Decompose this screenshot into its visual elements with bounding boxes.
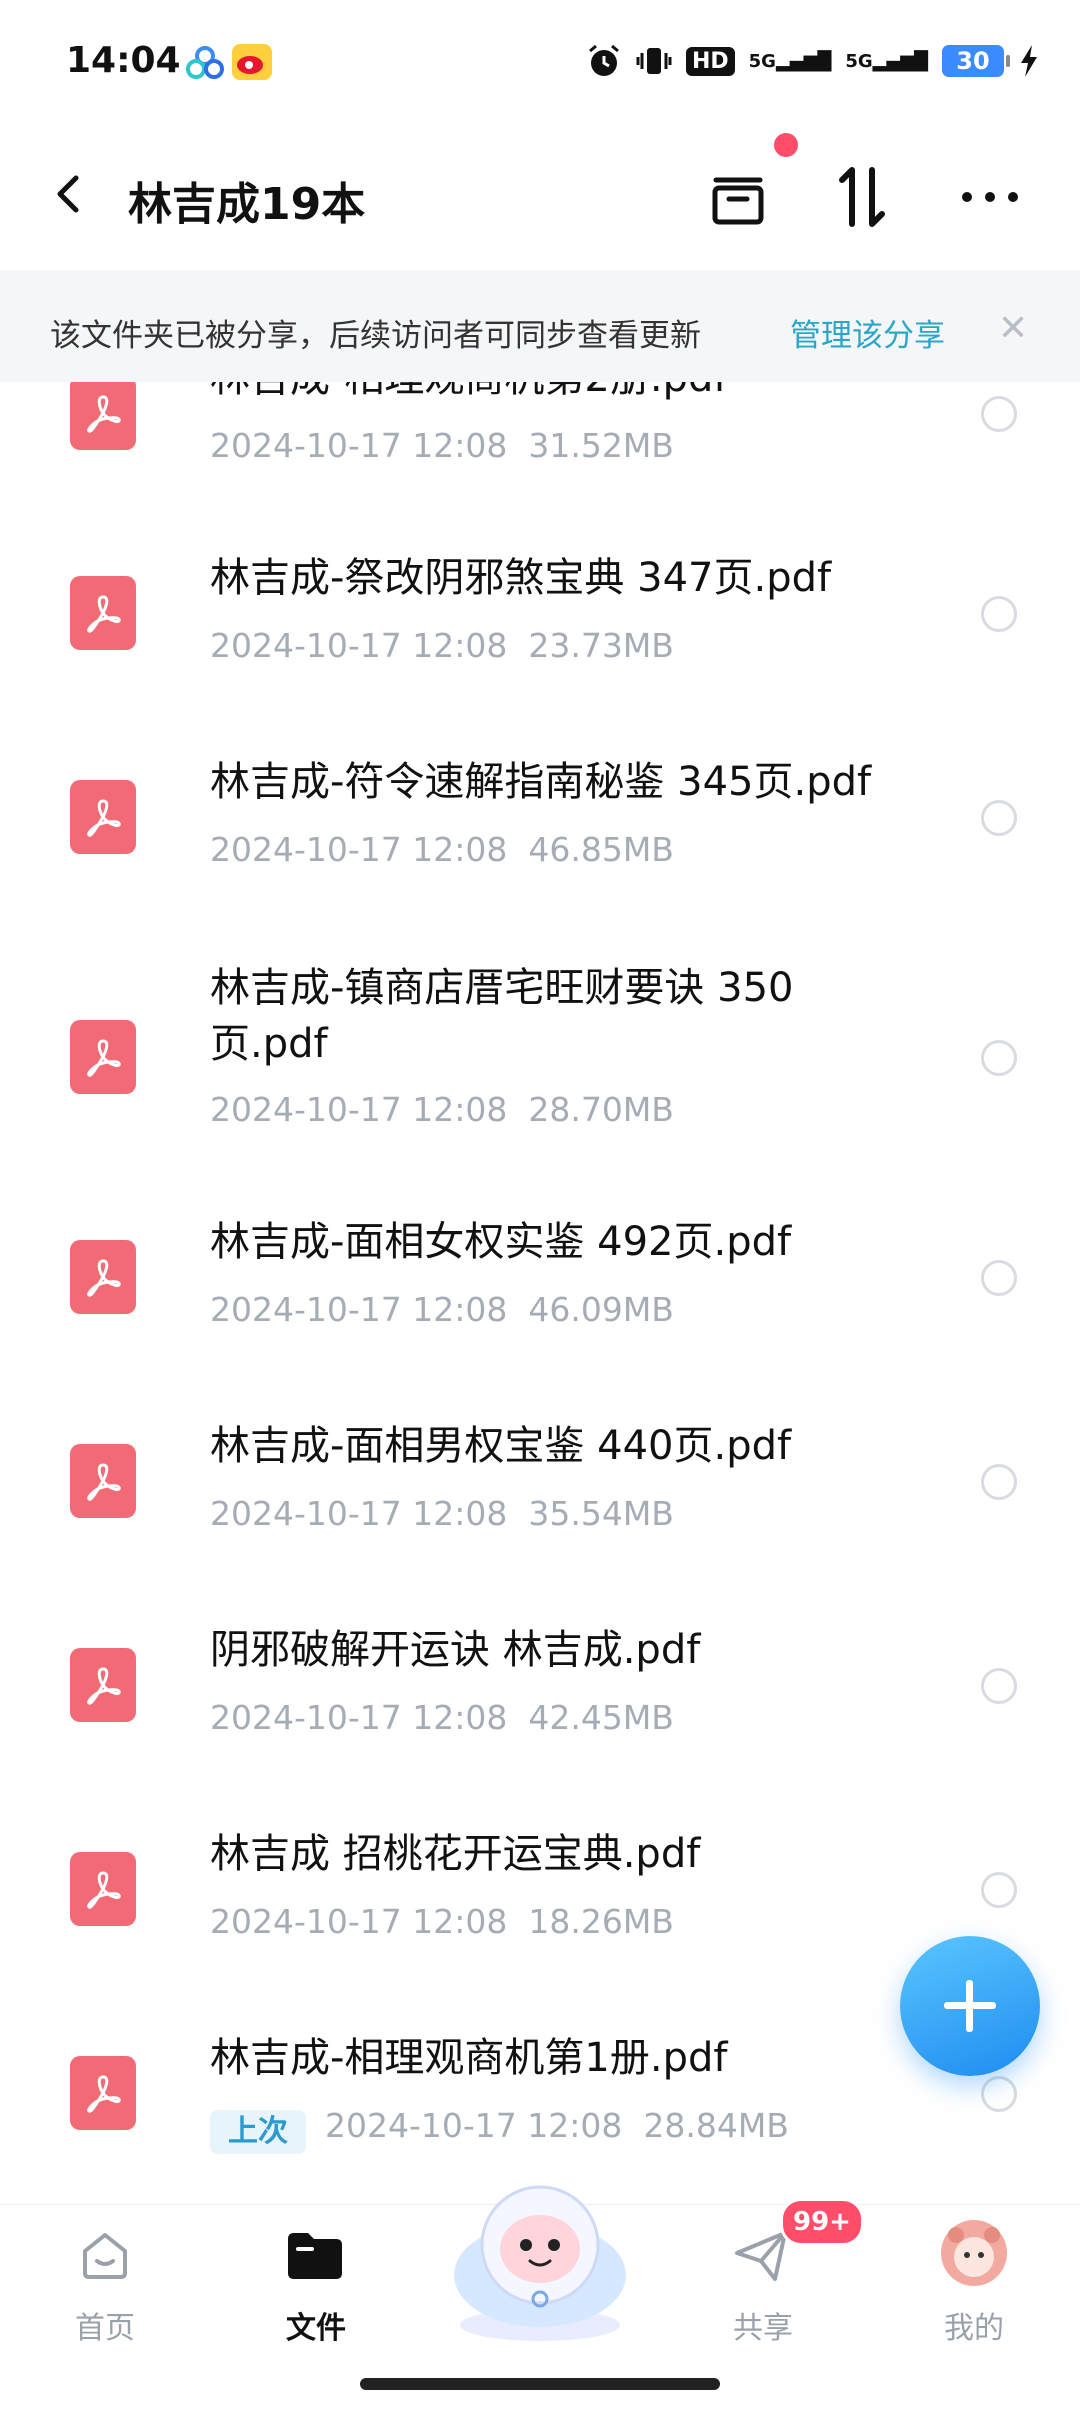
charging-icon (1021, 45, 1037, 77)
select-radio[interactable] (981, 800, 1017, 836)
select-radio[interactable] (981, 1872, 1017, 1908)
file-row[interactable]: 林吉成-镇商店厝宅旺财要诀 350 页.pdf 2024-10-17 12:08… (0, 940, 1080, 1194)
file-meta: 2024-10-17 12:08 31.52MB (210, 426, 674, 465)
add-button[interactable] (900, 1936, 1040, 2076)
share-count-badge: 99+ (780, 2198, 864, 2246)
file-row[interactable]: 林吉成-祭改阴邪煞宝典 347页.pdf 2024-10-17 12:08 23… (0, 532, 1080, 732)
file-row[interactable]: 林吉成-相理观商机第2册.pdf 2024-10-17 12:08 31.52M… (0, 382, 1080, 532)
file-name: 林吉成-镇商店厝宅旺财要诀 350 页.pdf (210, 965, 794, 1067)
tab-files[interactable]: 文件 (226, 2205, 406, 2405)
file-name: 林吉成-面相男权宝鉴 440页.pdf (210, 1423, 792, 1469)
file-meta: 2024-10-17 12:08 46.09MB (210, 1290, 674, 1329)
pdf-file-icon (70, 1648, 136, 1722)
close-icon[interactable]: ✕ (998, 308, 1028, 349)
hd-icon: HD (685, 46, 735, 76)
status-bar: 14:04 HD 5G▂▄▆█ 5G▂▄▆█ 30 (0, 0, 1080, 120)
battery-indicator: 30 (942, 45, 1010, 77)
file-name: 林吉成-相理观商机第1册.pdf (210, 2035, 728, 2081)
share-notice-banner: 该文件夹已被分享，后续访问者可同步查看更新 管理该分享 ✕ (0, 270, 1080, 382)
archive-icon[interactable] (703, 162, 773, 232)
file-row[interactable]: 林吉成-符令速解指南秘鉴 345页.pdf 2024-10-17 12:08 4… (0, 736, 1080, 936)
file-list[interactable]: 林吉成-相理观商机第2册.pdf 2024-10-17 12:08 31.52M… (0, 382, 1080, 2202)
pdf-file-icon (70, 382, 136, 450)
back-icon[interactable] (48, 172, 92, 216)
tab-home[interactable]: 首页 (15, 2205, 195, 2405)
home-indicator[interactable] (360, 2378, 720, 2390)
select-radio[interactable] (981, 1464, 1017, 1500)
signal-5g-1: 5G▂▄▆█ (748, 50, 832, 72)
file-name: 林吉成-符令速解指南秘鉴 345页.pdf (210, 759, 872, 805)
file-row[interactable]: 林吉成-面相女权实鉴 492页.pdf 2024-10-17 12:08 46.… (0, 1196, 1080, 1396)
file-row[interactable]: 阴邪破解开运诀 林吉成.pdf 2024-10-17 12:08 42.45MB (0, 1604, 1080, 1804)
file-name: 林吉成-相理观商机第2册.pdf (210, 382, 727, 406)
select-radio[interactable] (981, 1040, 1017, 1076)
file-meta: 2024-10-17 12:08 18.26MB (210, 1902, 674, 1941)
top-bar: 林吉成19本 (0, 120, 1080, 270)
file-row[interactable]: 林吉成-面相男权宝鉴 440页.pdf 2024-10-17 12:08 35.… (0, 1400, 1080, 1600)
file-name: 阴邪破解开运诀 林吉成.pdf (210, 1627, 701, 1673)
vibrate-icon (636, 48, 672, 74)
cloud-app-icon (186, 46, 224, 79)
manage-share-link[interactable]: 管理该分享 (790, 310, 945, 355)
file-meta: 2024-10-17 12:08 28.70MB (210, 1090, 674, 1129)
pdf-file-icon (70, 576, 136, 650)
mascot-icon[interactable] (440, 2175, 640, 2345)
select-radio[interactable] (981, 396, 1017, 432)
select-radio[interactable] (981, 2076, 1017, 2112)
file-meta: 2024-10-17 12:08 23.73MB (210, 626, 674, 665)
file-name: 林吉成 招桃花开运宝典.pdf (210, 1831, 701, 1877)
home-icon (83, 2233, 127, 2279)
tab-label: 我的 (944, 2311, 1004, 2346)
tab-label: 首页 (75, 2311, 135, 2346)
pdf-file-icon (70, 2056, 136, 2130)
pdf-file-icon (70, 1852, 136, 1926)
file-meta: 2024-10-17 12:08 42.45MB (210, 1698, 674, 1737)
select-radio[interactable] (981, 1668, 1017, 1704)
file-name: 林吉成-祭改阴邪煞宝典 347页.pdf (210, 555, 832, 601)
page-title: 林吉成19本 (128, 179, 366, 230)
more-icon[interactable] (955, 162, 1025, 232)
pdf-file-icon (70, 1240, 136, 1314)
file-meta: 2024-10-17 12:08 35.54MB (210, 1494, 674, 1533)
pdf-file-icon (70, 780, 136, 854)
signal-5g-2: 5G▂▄▆█ (845, 50, 928, 72)
select-radio[interactable] (981, 596, 1017, 632)
pdf-file-icon (70, 1444, 136, 1518)
file-name: 林吉成-面相女权实鉴 492页.pdf (210, 1219, 792, 1265)
tab-label: 共享 (733, 2311, 793, 2346)
file-meta: 2024-10-17 12:08 46.85MB (210, 830, 674, 869)
last-opened-badge: 上次 (210, 2110, 306, 2154)
status-time: 14:04 (66, 40, 181, 81)
tab-me[interactable]: 我的 (884, 2205, 1064, 2405)
folder-icon (288, 2233, 342, 2279)
share-notice-text: 该文件夹已被分享，后续访问者可同步查看更新 (50, 318, 701, 354)
avatar (941, 2220, 1007, 2286)
weibo-icon (232, 44, 272, 80)
select-radio[interactable] (981, 1260, 1017, 1296)
tab-label: 文件 (286, 2311, 346, 2346)
notification-dot (774, 133, 798, 157)
file-meta: 2024-10-17 12:08 28.84MB (325, 2106, 789, 2145)
sort-icon[interactable] (828, 162, 898, 232)
alarm-icon (588, 44, 619, 76)
pdf-file-icon (70, 1020, 136, 1094)
